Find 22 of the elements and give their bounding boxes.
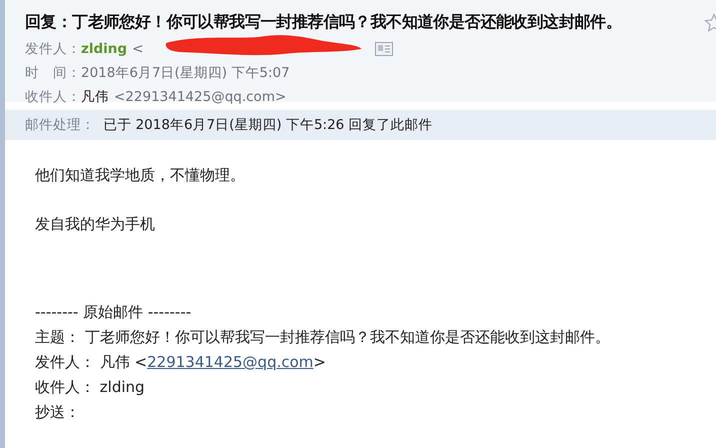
quoted-label: 主题： xyxy=(35,328,80,346)
field-label: 发件人： xyxy=(25,40,81,58)
processing-status: 已于 2018年6月7日(星期四) 下午5:26 回复了此邮件 xyxy=(103,117,433,133)
quoted-label: 发件人： xyxy=(35,353,95,371)
recipient-name: 凡伟 xyxy=(81,88,109,106)
field-label: 收件人： xyxy=(25,88,81,106)
body-text: 发自我的华为手机 xyxy=(35,215,156,234)
quoted-label: 抄送： xyxy=(35,403,80,421)
processing-label: 邮件处理： xyxy=(25,117,95,133)
mail-subject: 回复：丁老师您好！你可以帮我写一封推荐信吗？我不知道你是否还能收到这封邮件。 xyxy=(25,12,622,33)
field-label: 时 间： xyxy=(25,64,81,82)
email-link[interactable]: 2291341425@qq.com xyxy=(147,353,314,371)
contact-card-icon[interactable] xyxy=(375,42,394,56)
quoted-label: 收件人： xyxy=(35,378,95,396)
sender-address: < xyxy=(132,41,144,57)
quoted-value: 凡伟 <2291341425@qq.com> xyxy=(100,353,326,371)
original-mail-separator: -------- 原始邮件 -------- xyxy=(35,302,192,323)
quoted-value: 丁老师您好！你可以帮我写一封推荐信吗？我不知道你是否还能收到这封邮件。 xyxy=(84,328,610,346)
body-text: 他们知道我学地质，不懂物理。 xyxy=(35,166,246,185)
quoted-value: zlding xyxy=(100,378,145,396)
recipient-address: <2291341425@qq.com> xyxy=(114,89,286,105)
sent-time: 2018年6月7日(星期四) 下午5:07 xyxy=(81,64,290,82)
